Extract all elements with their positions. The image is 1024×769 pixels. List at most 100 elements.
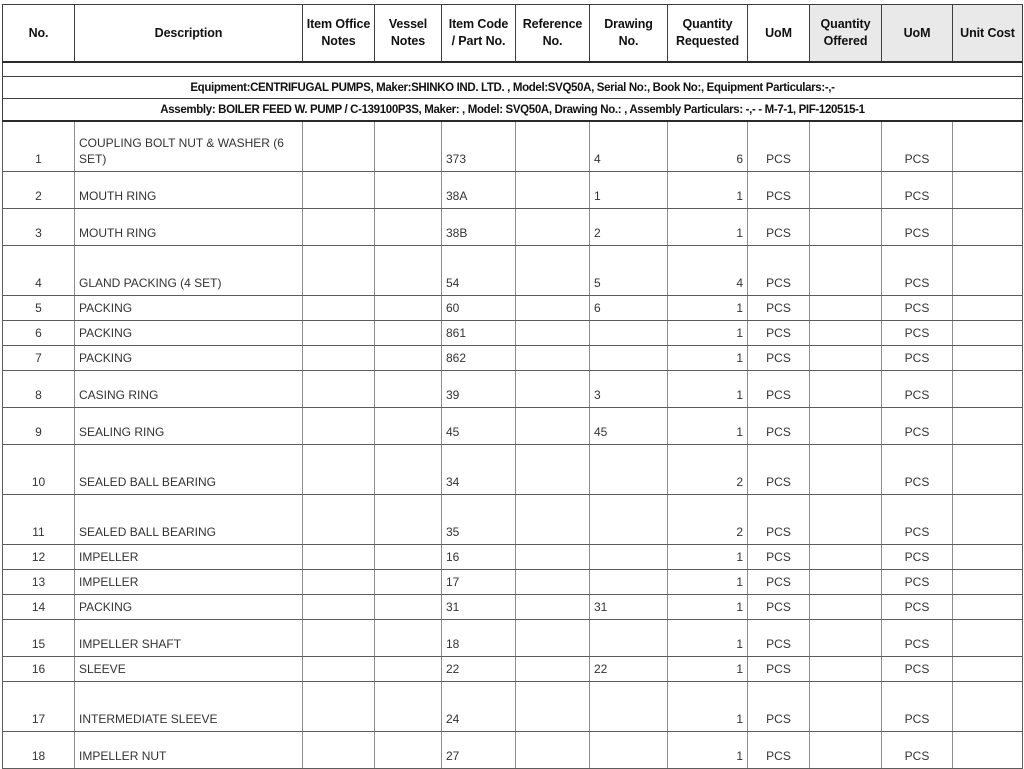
cell-vessel-notes[interactable] <box>374 245 442 296</box>
cell-vessel-notes[interactable] <box>374 544 442 570</box>
cell-item-office-notes[interactable] <box>302 245 375 296</box>
cell-quantity-offered[interactable] <box>809 245 882 296</box>
cell-unit-cost[interactable] <box>952 569 1023 595</box>
cell-quantity-offered[interactable] <box>809 120 882 172</box>
cell-item-office-notes[interactable] <box>302 619 375 657</box>
cell-drawing-no[interactable]: 3 <box>589 370 668 408</box>
cell-vessel-notes[interactable] <box>374 208 442 246</box>
cell-item-office-notes[interactable] <box>302 208 375 246</box>
cell-uom-offered[interactable]: PCS <box>881 619 953 657</box>
cell-description[interactable]: PACKING <box>74 345 303 371</box>
cell-vessel-notes[interactable] <box>374 594 442 620</box>
cell-quantity-offered[interactable] <box>809 208 882 246</box>
cell-description[interactable]: SLEEVE <box>74 656 303 682</box>
cell-item-code[interactable]: 17 <box>441 569 516 595</box>
column-header-no[interactable]: No. <box>2 4 75 63</box>
cell-unit-cost[interactable] <box>952 681 1023 732</box>
cell-item-office-notes[interactable] <box>302 295 375 321</box>
table-row[interactable]: 17 INTERMEDIATE SLEEVE 24 1 PCS PCS <box>2 681 1023 732</box>
cell-quantity-offered[interactable] <box>809 370 882 408</box>
cell-item-code[interactable]: 38B <box>441 208 516 246</box>
cell-item-office-notes[interactable] <box>302 656 375 682</box>
cell-reference-no[interactable] <box>515 407 590 445</box>
cell-vessel-notes[interactable] <box>374 320 442 346</box>
column-header-item-office-notes[interactable]: Item Office Notes <box>302 4 375 63</box>
cell-reference-no[interactable] <box>515 656 590 682</box>
cell-no[interactable]: 2 <box>2 171 75 209</box>
cell-drawing-no[interactable]: 2 <box>589 208 668 246</box>
cell-uom-offered[interactable]: PCS <box>881 120 953 172</box>
cell-no[interactable]: 10 <box>2 444 75 495</box>
cell-uom-offered[interactable]: PCS <box>881 245 953 296</box>
cell-vessel-notes[interactable] <box>374 171 442 209</box>
table-row[interactable]: 12 IMPELLER 16 1 PCS PCS <box>2 544 1023 570</box>
cell-quantity-offered[interactable] <box>809 345 882 371</box>
cell-item-office-notes[interactable] <box>302 444 375 495</box>
cell-unit-cost[interactable] <box>952 731 1023 769</box>
table-row[interactable]: 13 IMPELLER 17 1 PCS PCS <box>2 569 1023 595</box>
column-header-unit-cost[interactable]: Unit Cost <box>952 4 1023 63</box>
cell-description[interactable]: COUPLING BOLT NUT & WASHER (6 SET) <box>74 120 303 172</box>
cell-vessel-notes[interactable] <box>374 656 442 682</box>
cell-item-office-notes[interactable] <box>302 407 375 445</box>
cell-unit-cost[interactable] <box>952 594 1023 620</box>
cell-item-office-notes[interactable] <box>302 594 375 620</box>
cell-no[interactable]: 12 <box>2 544 75 570</box>
cell-drawing-no[interactable]: 5 <box>589 245 668 296</box>
cell-item-office-notes[interactable] <box>302 569 375 595</box>
cell-uom-offered[interactable]: PCS <box>881 345 953 371</box>
column-header-uom-offered[interactable]: UoM <box>881 4 953 63</box>
cell-quantity-offered[interactable] <box>809 494 882 545</box>
cell-drawing-no[interactable] <box>589 681 668 732</box>
cell-item-office-notes[interactable] <box>302 544 375 570</box>
cell-quantity-offered[interactable] <box>809 295 882 321</box>
cell-uom-requested[interactable]: PCS <box>747 171 810 209</box>
cell-description[interactable]: IMPELLER SHAFT <box>74 619 303 657</box>
cell-unit-cost[interactable] <box>952 494 1023 545</box>
cell-quantity-offered[interactable] <box>809 731 882 769</box>
cell-description[interactable]: CASING RING <box>74 370 303 408</box>
cell-no[interactable]: 18 <box>2 731 75 769</box>
cell-item-code[interactable]: 34 <box>441 444 516 495</box>
cell-quantity-requested[interactable]: 1 <box>667 681 748 732</box>
cell-item-code[interactable]: 373 <box>441 120 516 172</box>
cell-quantity-requested[interactable]: 1 <box>667 731 748 769</box>
cell-vessel-notes[interactable] <box>374 120 442 172</box>
cell-no[interactable]: 17 <box>2 681 75 732</box>
cell-unit-cost[interactable] <box>952 407 1023 445</box>
table-row[interactable]: 11 SEALED BALL BEARING 35 2 PCS PCS <box>2 494 1023 545</box>
cell-quantity-requested[interactable]: 1 <box>667 171 748 209</box>
cell-vessel-notes[interactable] <box>374 619 442 657</box>
cell-item-code[interactable]: 35 <box>441 494 516 545</box>
table-row[interactable]: 9 SEALING RING 45 45 1 PCS PCS <box>2 407 1023 445</box>
cell-uom-requested[interactable]: PCS <box>747 619 810 657</box>
cell-uom-offered[interactable]: PCS <box>881 320 953 346</box>
cell-unit-cost[interactable] <box>952 619 1023 657</box>
cell-drawing-no[interactable]: 1 <box>589 171 668 209</box>
cell-quantity-requested[interactable]: 4 <box>667 245 748 296</box>
column-header-quantity-requested[interactable]: Quantity Requested <box>667 4 748 63</box>
column-header-reference-no[interactable]: Reference No. <box>515 4 590 63</box>
table-row[interactable]: 10 SEALED BALL BEARING 34 2 PCS PCS <box>2 444 1023 495</box>
cell-item-code[interactable]: 24 <box>441 681 516 732</box>
cell-reference-no[interactable] <box>515 345 590 371</box>
cell-item-office-notes[interactable] <box>302 320 375 346</box>
cell-uom-offered[interactable]: PCS <box>881 544 953 570</box>
cell-quantity-requested[interactable]: 2 <box>667 444 748 495</box>
table-row[interactable]: 7 PACKING 862 1 PCS PCS <box>2 345 1023 371</box>
cell-reference-no[interactable] <box>515 544 590 570</box>
cell-uom-requested[interactable]: PCS <box>747 731 810 769</box>
cell-uom-offered[interactable]: PCS <box>881 208 953 246</box>
cell-vessel-notes[interactable] <box>374 407 442 445</box>
cell-reference-no[interactable] <box>515 208 590 246</box>
column-header-drawing-no[interactable]: Drawing No. <box>589 4 668 63</box>
cell-description[interactable]: INTERMEDIATE SLEEVE <box>74 681 303 732</box>
cell-quantity-requested[interactable]: 1 <box>667 656 748 682</box>
cell-unit-cost[interactable] <box>952 544 1023 570</box>
cell-drawing-no[interactable] <box>589 444 668 495</box>
cell-quantity-offered[interactable] <box>809 656 882 682</box>
cell-item-office-notes[interactable] <box>302 171 375 209</box>
cell-description[interactable]: MOUTH RING <box>74 171 303 209</box>
cell-item-code[interactable]: 31 <box>441 594 516 620</box>
cell-reference-no[interactable] <box>515 619 590 657</box>
